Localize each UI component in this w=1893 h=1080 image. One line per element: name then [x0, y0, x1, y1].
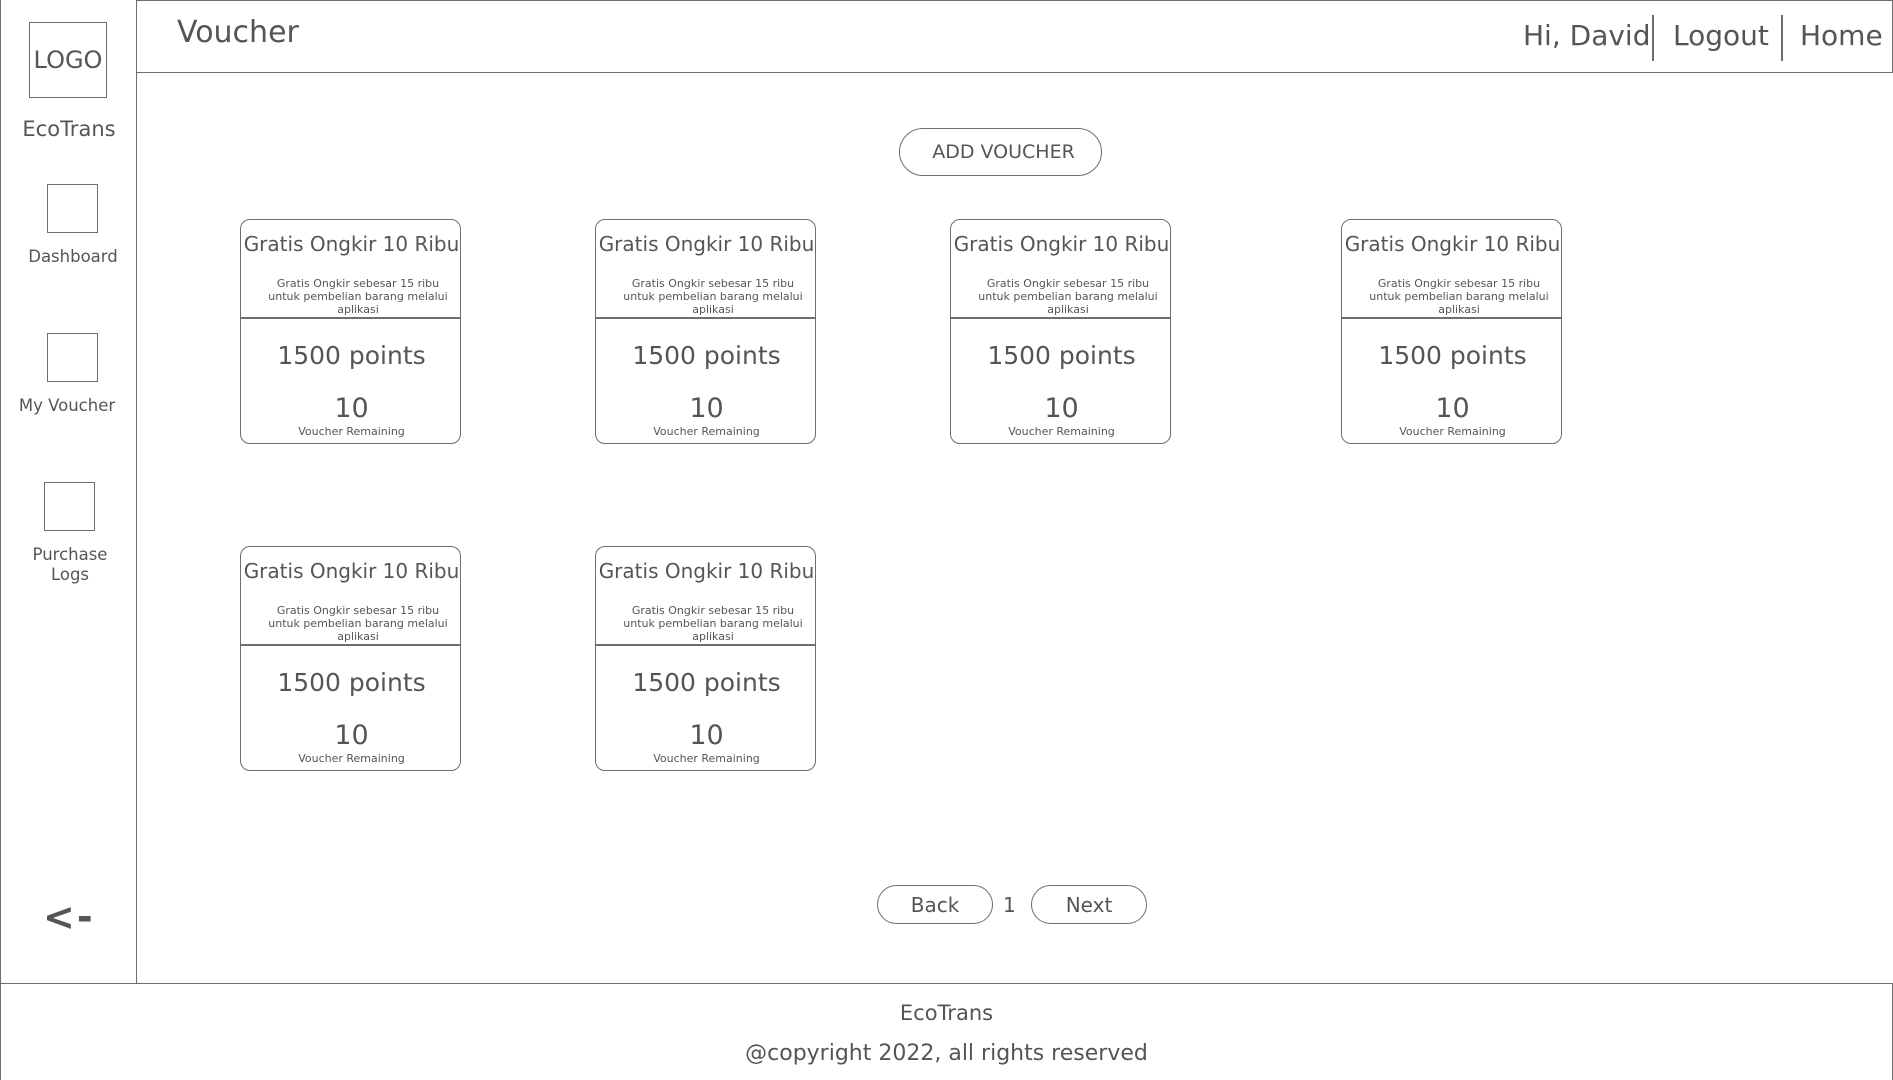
- voucher-description: Gratis Ongkir sebesar 15 ribu untuk pemb…: [978, 277, 1158, 316]
- voucher-card[interactable]: Gratis Ongkir 10 Ribu Gratis Ongkir sebe…: [1341, 219, 1562, 444]
- voucher-remaining-label: Voucher Remaining: [298, 425, 405, 438]
- logo: LOGO: [29, 22, 107, 98]
- voucher-points: 1500 points: [987, 341, 1136, 370]
- page-title: Voucher: [177, 15, 299, 50]
- next-button[interactable]: Next: [1031, 885, 1147, 924]
- voucher-remaining-label: Voucher Remaining: [1399, 425, 1506, 438]
- voucher-points: 1500 points: [277, 341, 426, 370]
- voucher-title: Gratis Ongkir 10 Ribu: [953, 232, 1170, 256]
- voucher-remaining-count: 10: [689, 720, 724, 751]
- voucher-description: Gratis Ongkir sebesar 15 ribu untuk pemb…: [623, 604, 803, 643]
- sidebar-brand: EcoTrans: [22, 117, 116, 141]
- back-button[interactable]: Back: [877, 885, 993, 924]
- voucher-remaining-count: 10: [689, 393, 724, 424]
- voucher-description: Gratis Ongkir sebesar 15 ribu untuk pemb…: [1369, 277, 1549, 316]
- voucher-description: Gratis Ongkir sebesar 15 ribu untuk pemb…: [268, 277, 448, 316]
- collapse-sidebar-icon[interactable]: <-: [43, 895, 95, 939]
- voucher-points: 1500 points: [632, 668, 781, 697]
- voucher-description: Gratis Ongkir sebesar 15 ribu untuk pemb…: [623, 277, 803, 316]
- voucher-card[interactable]: Gratis Ongkir 10 Ribu Gratis Ongkir sebe…: [950, 219, 1171, 444]
- card-divider: [951, 317, 1170, 319]
- voucher-card[interactable]: Gratis Ongkir 10 Ribu Gratis Ongkir sebe…: [595, 546, 816, 771]
- card-divider: [596, 644, 815, 646]
- header: Voucher Hi, David Logout Home: [137, 0, 1893, 73]
- my-voucher-icon[interactable]: [47, 333, 98, 382]
- home-link[interactable]: Home: [1800, 19, 1883, 52]
- voucher-points: 1500 points: [632, 341, 781, 370]
- dashboard-icon[interactable]: [47, 184, 98, 233]
- voucher-points: 1500 points: [1378, 341, 1527, 370]
- sidebar-item-my-voucher[interactable]: My Voucher: [0, 396, 135, 416]
- header-divider: [1652, 15, 1654, 61]
- voucher-title: Gratis Ongkir 10 Ribu: [598, 232, 815, 256]
- voucher-title: Gratis Ongkir 10 Ribu: [243, 232, 460, 256]
- purchase-logs-icon[interactable]: [44, 482, 95, 531]
- sidebar-item-purchase-logs[interactable]: Purchase Logs: [2, 545, 138, 585]
- voucher-title: Gratis Ongkir 10 Ribu: [598, 559, 815, 583]
- voucher-remaining-label: Voucher Remaining: [298, 752, 405, 765]
- voucher-title: Gratis Ongkir 10 Ribu: [243, 559, 460, 583]
- voucher-remaining-count: 10: [334, 720, 369, 751]
- footer: EcoTrans @copyright 2022, all rights res…: [0, 983, 1893, 1080]
- voucher-remaining-count: 10: [334, 393, 369, 424]
- voucher-card[interactable]: Gratis Ongkir 10 Ribu Gratis Ongkir sebe…: [595, 219, 816, 444]
- voucher-remaining-label: Voucher Remaining: [653, 752, 760, 765]
- card-divider: [241, 317, 460, 319]
- voucher-description: Gratis Ongkir sebesar 15 ribu untuk pemb…: [268, 604, 448, 643]
- sidebar-item-dashboard[interactable]: Dashboard: [5, 247, 141, 267]
- card-divider: [1342, 317, 1561, 319]
- footer-copyright: @copyright 2022, all rights reserved: [745, 1041, 1148, 1066]
- voucher-title: Gratis Ongkir 10 Ribu: [1344, 232, 1561, 256]
- header-divider: [1781, 15, 1783, 61]
- add-voucher-button[interactable]: ADD VOUCHER: [899, 128, 1102, 176]
- user-greeting: Hi, David: [1523, 19, 1651, 52]
- footer-brand: EcoTrans: [899, 1001, 994, 1025]
- voucher-remaining-label: Voucher Remaining: [1008, 425, 1115, 438]
- voucher-card[interactable]: Gratis Ongkir 10 Ribu Gratis Ongkir sebe…: [240, 546, 461, 771]
- voucher-card[interactable]: Gratis Ongkir 10 Ribu Gratis Ongkir sebe…: [240, 219, 461, 444]
- voucher-remaining-label: Voucher Remaining: [653, 425, 760, 438]
- card-divider: [596, 317, 815, 319]
- page-number: 1: [1003, 893, 1016, 917]
- voucher-remaining-count: 10: [1044, 393, 1079, 424]
- sidebar: LOGO EcoTrans Dashboard My Voucher Purch…: [0, 0, 137, 984]
- logo-text: LOGO: [33, 46, 103, 74]
- voucher-remaining-count: 10: [1435, 393, 1470, 424]
- card-divider: [241, 644, 460, 646]
- logout-link[interactable]: Logout: [1673, 19, 1769, 52]
- voucher-points: 1500 points: [277, 668, 426, 697]
